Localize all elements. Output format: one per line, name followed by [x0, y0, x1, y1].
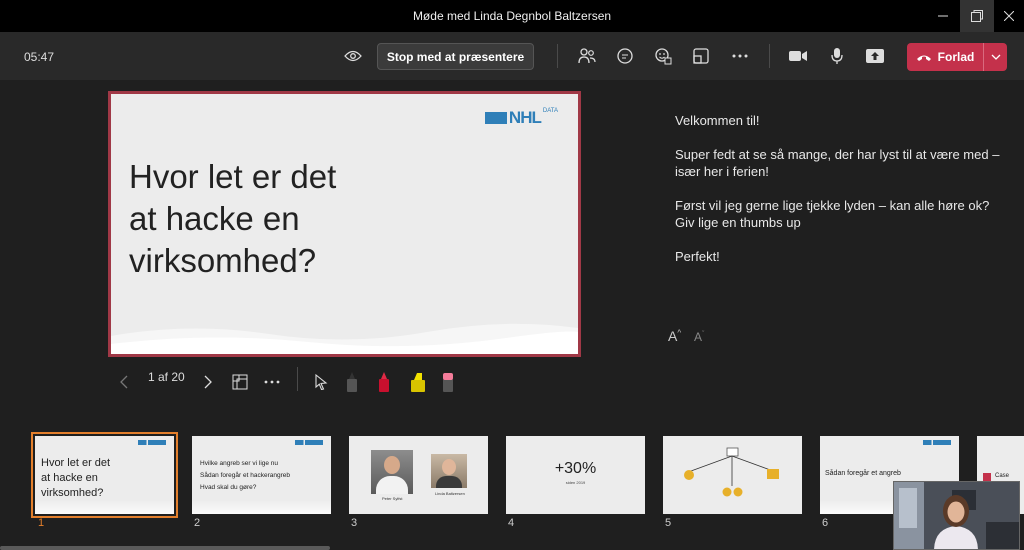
decrease-font-button[interactable]: Aˇ — [694, 330, 704, 344]
share-icon[interactable] — [863, 44, 887, 68]
previous-slide-button[interactable] — [119, 371, 129, 393]
note-paragraph: Perfekt! — [675, 249, 720, 264]
window-title: Møde med Linda Degnbol Baltzersen — [412, 9, 612, 23]
slide-thumbnail[interactable] — [663, 436, 802, 514]
leave-main[interactable]: Forlad — [907, 43, 983, 71]
stop-presenting-button[interactable]: Stop med at præsentere — [377, 43, 534, 70]
slide-number: 3 — [351, 517, 358, 529]
laser-pointer-button[interactable] — [314, 371, 328, 393]
portrait-photo — [431, 454, 467, 488]
slide-number: 2 — [194, 517, 201, 529]
chevron-left-icon — [120, 375, 128, 389]
next-slide-button[interactable] — [203, 371, 213, 393]
participant-video-feed — [894, 482, 1019, 549]
note-paragraph: Først vil jeg gerne lige tjekke lyden – … — [675, 198, 990, 230]
control-divider — [297, 367, 298, 391]
slide-number: 1 — [38, 517, 45, 529]
increase-font-button[interactable]: A^ — [668, 328, 681, 344]
slide-thumbnail[interactable]: Hvilke angreb ser vi lige nu Sådan foreg… — [192, 436, 331, 514]
note-paragraph: Super fedt at se så mange, der har lyst … — [675, 147, 1000, 179]
slide-thumbnail[interactable]: Hvor let er det at hacke en virksomhed? — [31, 432, 178, 518]
slide-number: 6 — [822, 517, 829, 529]
restore-icon — [971, 10, 983, 22]
more-icon — [264, 380, 280, 384]
attack-diagram — [684, 447, 779, 497]
chat-icon[interactable] — [613, 44, 637, 68]
pen-red-button[interactable] — [376, 371, 392, 393]
portrait-photo — [371, 450, 413, 494]
note-paragraph: Velkommen til! — [675, 113, 760, 128]
speaker-notes: Velkommen til! Super fedt at se så mange… — [675, 112, 1005, 282]
toolbar-divider — [557, 44, 558, 68]
slide-wave-decoration — [111, 323, 578, 354]
pen-black-button[interactable] — [344, 371, 360, 393]
people-icon[interactable] — [575, 44, 599, 68]
grid-view-button[interactable] — [232, 371, 248, 393]
title-bar: Møde med Linda Degnbol Baltzersen — [0, 0, 1024, 32]
slide-thumbnail-strip: Hvor let er det at hacke en virksomhed? … — [0, 430, 1024, 550]
eraser-button[interactable] — [440, 371, 456, 393]
meeting-toolbar: 05:47 Stop med at præsentere Forlad — [0, 32, 1024, 80]
camera-icon[interactable] — [786, 44, 810, 68]
minimize-icon — [938, 15, 948, 17]
leave-button[interactable]: Forlad — [907, 43, 1007, 71]
pointer-icon — [315, 374, 328, 390]
more-options-button[interactable] — [264, 371, 280, 393]
slide-title: Hvor let er det at hacke en virksomhed? — [129, 158, 337, 279]
highlighter-button[interactable] — [409, 371, 427, 393]
mic-icon[interactable] — [825, 44, 849, 68]
slide-thumbnail[interactable]: Peter Sylfst Linda Baltzersen — [349, 436, 488, 514]
pen-red-icon — [379, 372, 389, 392]
slide-page-indicator: 1 af 20 — [148, 370, 185, 384]
nhl-data-logo: NHL DATA — [484, 108, 558, 128]
eye-icon[interactable] — [341, 44, 365, 68]
close-button[interactable] — [992, 0, 1024, 32]
close-icon — [1004, 11, 1014, 21]
slide-number: 4 — [508, 517, 515, 529]
meeting-timer: 05:47 — [24, 50, 55, 64]
restore-button[interactable] — [960, 0, 994, 32]
pen-black-icon — [347, 372, 357, 392]
leave-label: Forlad — [937, 50, 975, 64]
current-slide: NHL DATA Hvor let er det at hacke en vir… — [108, 91, 581, 357]
chevron-down-icon — [991, 54, 1000, 60]
highlighter-icon — [411, 373, 425, 392]
grid-icon — [232, 374, 248, 390]
participant-video[interactable] — [893, 481, 1020, 550]
presenter-stage: NHL DATA Hvor let er det at hacke en vir… — [0, 80, 1024, 430]
more-icon[interactable] — [728, 44, 752, 68]
toolbar-divider — [769, 44, 770, 68]
reactions-icon[interactable] — [651, 44, 675, 68]
chevron-right-icon — [204, 375, 212, 389]
phone-icon — [916, 55, 931, 61]
leave-options-button[interactable] — [983, 43, 1007, 71]
slide-thumbnail[interactable]: +30% siden 2019 — [506, 436, 645, 514]
minimize-button[interactable] — [926, 0, 960, 32]
slide-number: 5 — [665, 517, 672, 529]
eraser-icon — [443, 373, 453, 392]
rooms-icon[interactable] — [689, 44, 713, 68]
thumbnail-scrollbar[interactable] — [0, 546, 330, 550]
